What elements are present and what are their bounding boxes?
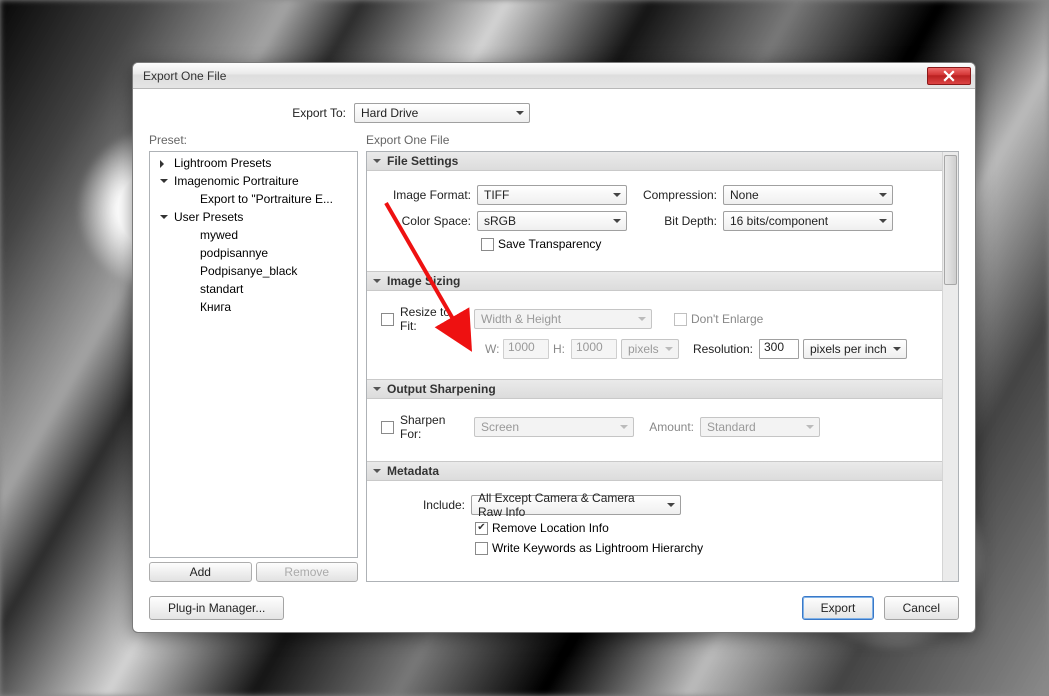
preset-group-lightroom[interactable]: Lightroom Presets (150, 154, 357, 172)
export-to-dropdown[interactable]: Hard Drive (354, 103, 530, 123)
export-to-value: Hard Drive (361, 106, 418, 120)
image-format-dropdown[interactable]: TIFF (477, 185, 627, 205)
bit-depth-dropdown[interactable]: 16 bits/component (723, 211, 893, 231)
color-space-label: Color Space: (377, 214, 477, 228)
group-image-sizing[interactable]: Image Sizing (367, 271, 942, 291)
caret-right-icon (160, 160, 168, 168)
compression-label: Compression: (633, 188, 723, 202)
cancel-button[interactable]: Cancel (884, 596, 959, 620)
export-to-row: Export To: Hard Drive (149, 103, 959, 123)
scrollbar-thumb[interactable] (944, 155, 957, 285)
caret-down-icon (373, 279, 381, 287)
include-dropdown[interactable]: All Except Camera & Camera Raw Info (471, 495, 681, 515)
preset-tree[interactable]: Lightroom Presets Imagenomic Portraiture… (149, 151, 358, 558)
plugin-manager-button[interactable]: Plug-in Manager... (149, 596, 284, 620)
write-keywords-checkbox[interactable] (475, 542, 488, 555)
caret-down-icon (373, 387, 381, 395)
size-unit-dropdown: pixels (621, 339, 679, 359)
remove-location-label: Remove Location Info (492, 521, 609, 535)
save-transparency-checkbox[interactable] (481, 238, 494, 251)
settings-heading: Export One File (366, 133, 959, 147)
amount-dropdown: Standard (700, 417, 820, 437)
export-dialog: Export One File Export To: Hard Drive Pr… (132, 62, 976, 633)
settings-panel: File Settings Image Format: TIFF Compres… (366, 151, 959, 582)
preset-item[interactable]: mywed (150, 226, 357, 244)
preset-group-user[interactable]: User Presets (150, 208, 357, 226)
remove-preset-button: Remove (256, 562, 359, 582)
caret-down-icon (373, 469, 381, 477)
caret-down-icon (373, 159, 381, 167)
preset-group-portraiture[interactable]: Imagenomic Portraiture (150, 172, 357, 190)
sharpen-for-checkbox[interactable] (381, 421, 394, 434)
resize-to-fit-label: Resize to Fit: (398, 305, 474, 333)
image-format-label: Image Format: (377, 188, 477, 202)
close-icon (943, 70, 955, 82)
resolution-input[interactable]: 300 (759, 339, 799, 359)
width-label: W: (485, 342, 503, 356)
export-to-label: Export To: (149, 106, 354, 120)
preset-label: Preset: (149, 133, 358, 147)
write-keywords-label: Write Keywords as Lightroom Hierarchy (492, 541, 703, 555)
caret-down-icon (160, 179, 168, 187)
resize-to-fit-checkbox[interactable] (381, 313, 394, 326)
resize-mode-dropdown: Width & Height (474, 309, 652, 329)
resolution-label: Resolution: (679, 342, 759, 356)
export-button[interactable]: Export (802, 596, 875, 620)
sharpen-for-dropdown: Screen (474, 417, 634, 437)
remove-location-checkbox[interactable] (475, 522, 488, 535)
include-label: Include: (377, 498, 471, 512)
add-preset-button[interactable]: Add (149, 562, 252, 582)
dont-enlarge-label: Don't Enlarge (691, 312, 769, 326)
preset-item[interactable]: standart (150, 280, 357, 298)
bit-depth-label: Bit Depth: (633, 214, 723, 228)
group-file-settings[interactable]: File Settings (367, 152, 942, 171)
dont-enlarge-checkbox (674, 313, 687, 326)
preset-item[interactable]: Export to "Portraiture E... (150, 190, 357, 208)
sharpen-for-label: Sharpen For: (398, 413, 474, 441)
settings-scroll[interactable]: File Settings Image Format: TIFF Compres… (367, 152, 942, 581)
preset-item[interactable]: podpisannye (150, 244, 357, 262)
group-output-sharpening[interactable]: Output Sharpening (367, 379, 942, 399)
save-transparency-label: Save Transparency (498, 237, 601, 251)
resolution-unit-dropdown[interactable]: pixels per inch (803, 339, 907, 359)
compression-dropdown[interactable]: None (723, 185, 893, 205)
amount-label: Amount: (634, 420, 700, 434)
group-metadata[interactable]: Metadata (367, 461, 942, 481)
dialog-footer: Plug-in Manager... Export Cancel (149, 582, 959, 620)
height-label: H: (549, 342, 571, 356)
preset-item[interactable]: Книга (150, 298, 357, 316)
width-input: 1000 (503, 339, 549, 359)
titlebar: Export One File (133, 63, 975, 89)
caret-down-icon (160, 215, 168, 223)
height-input: 1000 (571, 339, 617, 359)
preset-item[interactable]: Podpisanye_black (150, 262, 357, 280)
close-button[interactable] (927, 67, 971, 85)
settings-scrollbar[interactable] (942, 152, 958, 581)
window-title: Export One File (143, 69, 226, 83)
color-space-dropdown[interactable]: sRGB (477, 211, 627, 231)
